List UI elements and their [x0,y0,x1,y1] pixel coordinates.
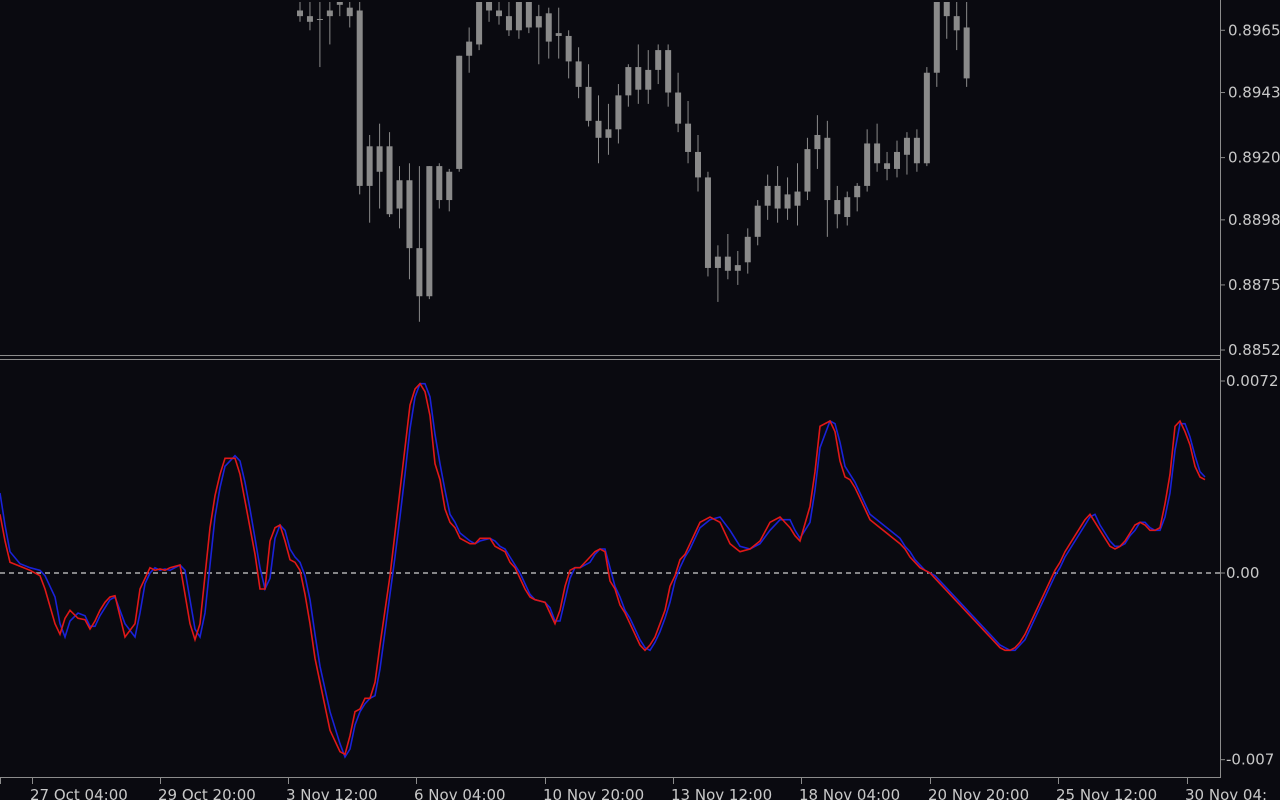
candle-body [396,180,403,209]
candle-body [486,2,493,11]
candle-body [505,16,512,31]
time-tick-label: 27 Oct 04:00 [30,786,128,800]
candle [426,166,433,300]
candle-body [456,55,463,169]
candle-body [426,166,433,297]
candle-body [655,50,662,70]
candle-body [306,16,313,22]
candle [356,2,363,195]
oscillator-tick-label: 0.0072 [1226,372,1279,390]
candle-body [774,185,781,209]
candle-body [605,129,612,138]
candle-body [545,13,552,42]
candle-body [436,166,443,201]
candle-body [356,10,363,186]
time-tick-label: 18 Nov 04:00 [799,786,900,800]
price-tick-label: 0.8852 [1228,341,1280,359]
price-tick-label: 0.8898 [1228,211,1280,229]
time-tick-label: 13 Nov 12:00 [671,786,772,800]
candle-body [704,177,711,268]
candle-body [834,200,841,215]
candle [923,67,930,167]
candle-body [297,10,303,17]
candle-body [416,248,423,297]
candle-body [535,16,542,28]
candle-body [635,67,642,90]
price-tick-label: 0.8875 [1228,276,1280,294]
candle-body [645,69,652,90]
candle-body [844,197,851,218]
candle-body [754,205,761,237]
time-tick-label: 30 Nov 04: [1185,786,1267,800]
candle-body [794,191,801,206]
candle [456,55,463,172]
price-tick-label: 0.8965 [1228,21,1280,39]
candle-body [386,146,393,215]
candle-body [326,10,333,17]
candle-body [476,2,483,45]
candle-body [316,18,323,20]
candle-body [515,2,522,31]
candle-body [744,236,751,263]
oscillator-tick-label: 0.00 [1226,564,1259,582]
candle-body [695,151,701,178]
candle-body [625,67,632,96]
candle-body [923,72,930,164]
candle-body [764,185,771,206]
price-tick-label: 0.8920 [1228,149,1280,167]
candle-body [933,2,940,73]
candle [476,2,483,51]
time-tick-label: 10 Nov 20:00 [543,786,644,800]
time-tick-label: 29 Oct 20:00 [158,786,256,800]
candle-body [724,256,731,271]
candle-body [953,16,960,31]
oscillator-tick-label: -0.007 [1226,751,1274,769]
candle-body [874,143,881,164]
time-tick-label: 3 Nov 12:00 [286,786,378,800]
candle-body [346,7,353,17]
candle-body [366,146,373,186]
price-tick-label: 0.8943 [1228,84,1280,102]
candle-body [595,120,602,138]
candle-body [406,180,413,249]
candle-body [685,123,692,152]
chart-background [0,0,1280,800]
candle-body [575,61,582,87]
candle-body [814,134,821,150]
candle-body [864,143,871,186]
candle-body [525,2,532,28]
candle-body [446,171,453,201]
time-tick-label: 0 [0,786,1,800]
time-tick-label: 6 Nov 04:00 [414,786,506,800]
candle-body [665,50,672,93]
candle-body [854,185,861,198]
candle-body [894,151,900,169]
candle-body [336,2,343,5]
candle-body [824,137,831,201]
time-tick-label: 20 Nov 20:00 [928,786,1029,800]
candle-body [963,27,970,79]
candle-body [734,265,741,271]
candle-body [376,146,383,172]
candle-body [565,35,572,62]
candle-body [804,149,811,192]
candle-body [675,92,682,124]
candle-body [884,163,891,169]
candle-body [943,2,950,17]
candle-body [714,256,721,268]
candle [704,171,711,277]
time-tick-label: 25 Nov 12:00 [1056,786,1157,800]
candle-body [913,137,920,164]
candle-body [466,41,473,56]
trading-chart[interactable]: 0.8965 0.8943 0.8920 0.8898 0.8875 0.8852 0.0… [0,0,1280,800]
candle-body [615,95,622,130]
candle-body [496,10,502,17]
candle-body [784,194,791,209]
candle-body [903,137,910,155]
candle-body [555,33,562,36]
candle-body [585,86,592,121]
